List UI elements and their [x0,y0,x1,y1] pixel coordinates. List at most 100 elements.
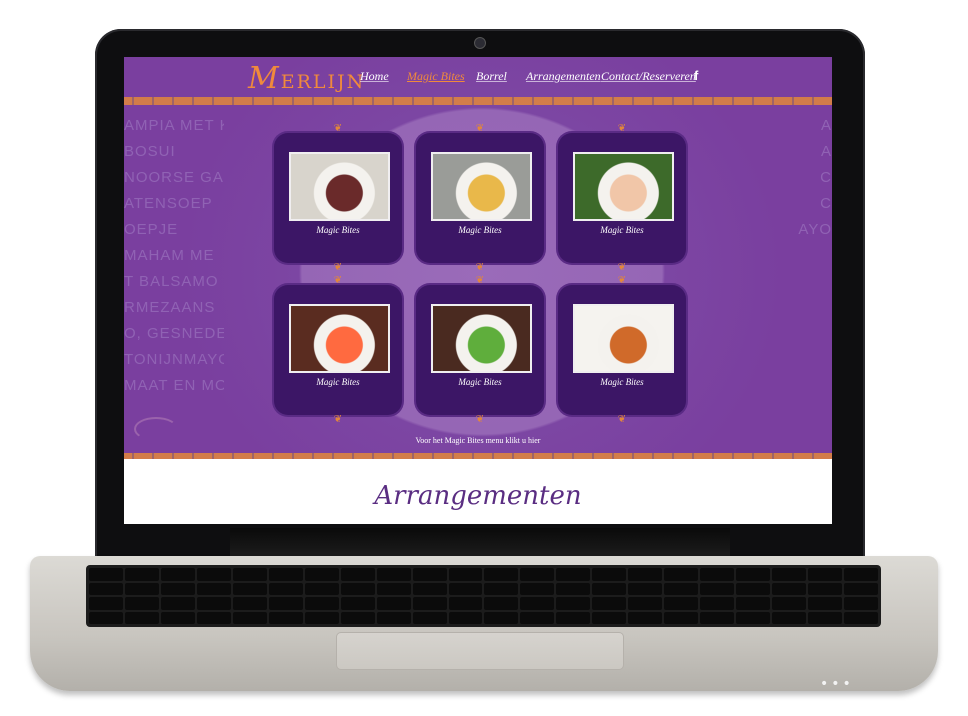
logo-text: ERLIJN [280,71,366,93]
background-menu-line: NOORSE GA [124,169,224,186]
keyboard-key [772,597,807,610]
site-nav: MERLIJN Home Magic Bites Borrel Arrangem… [124,57,832,101]
ornament-border-top [124,97,832,105]
keyboard-key [664,582,699,595]
keyboard-key [484,582,519,595]
card-caption: Magic Bites [600,225,644,235]
keyboard-key [232,597,267,610]
keyboard-key [664,568,699,581]
keyboard-key [628,568,663,581]
background-menu-line: A [820,143,832,160]
magic-bites-card[interactable]: ❦ Magic Bites ❦ [558,123,686,273]
background-menu-line: AYO [798,221,832,238]
nav-borrel[interactable]: Borrel [476,69,507,84]
keyboard-key [268,611,303,624]
keyboard-key [592,597,627,610]
site-logo[interactable]: MERLIJN [248,61,365,96]
keyboard-key [340,597,375,610]
keyboard-key [412,611,447,624]
dish-photo [431,304,532,373]
keyboard-key [412,582,447,595]
magic-bites-card[interactable]: ❦ Magic Bites ❦ [416,275,544,425]
keyboard-key [304,597,339,610]
keyboard-key [484,568,519,581]
magic-bites-card[interactable]: ❦ Magic Bites ❦ [558,275,686,425]
keyboard-key [556,597,591,610]
keyboard-key [89,611,123,624]
keyboard-key [736,568,771,581]
dish-photo [289,152,390,221]
keyboard-key [160,597,195,610]
keyboard-key [556,568,591,581]
keyboard-key [520,611,555,624]
keyboard-key [232,582,267,595]
keyboard-key [376,568,411,581]
nav-arrangementen[interactable]: Arrangementen [526,69,601,84]
magic-bites-card[interactable]: ❦ Magic Bites ❦ [416,123,544,273]
keyboard-key [124,568,159,581]
background-menu-right: A A C C AYO [786,113,832,243]
dish-photo [573,152,674,221]
keyboard-key [520,597,555,610]
ornament-icon: ❦ [333,123,343,134]
background-menu-line: BOSUI [124,143,176,160]
ornament-icon: ❦ [333,414,343,425]
keyboard-key [124,611,159,624]
keyboard-key [340,568,375,581]
background-menu-line: TONIJNMAYO [124,351,224,368]
nav-contact-reserveren[interactable]: Contact/Reserveren [601,69,696,84]
keyboard-key [484,611,519,624]
keyboard-key [268,597,303,610]
keyboard-key [700,611,735,624]
hero-section: AMPIA MET KER BOSUI NOORSE GA ATENSOEP OEPJE… [124,57,832,459]
keyboard-key [412,568,447,581]
keyboard-key [304,568,339,581]
keyboard-key [340,582,375,595]
background-menu-line: MAHAM ME [124,247,215,264]
keyboard-key [664,597,699,610]
ornament-icon: ❦ [617,275,627,286]
keyboard-key [340,611,375,624]
keyboard-key [556,611,591,624]
keyboard-key [196,611,231,624]
facebook-icon[interactable]: f [694,68,698,83]
keyboard-key [448,582,483,595]
status-lights: ••• [820,676,854,692]
background-menu-line: O, GESNEDE [124,325,224,342]
keyboard-key [592,568,627,581]
background-menu-line: OEPJE [124,221,179,238]
background-menu-line: T BALSAMO [124,273,219,290]
keyboard-key [304,582,339,595]
background-menu-line: A [820,117,832,134]
keyboard-key [808,582,843,595]
card-caption: Magic Bites [458,377,502,387]
keyboard-key [520,582,555,595]
card-caption: Magic Bites [316,377,360,387]
nav-magic-bites[interactable]: Magic Bites [407,69,465,84]
background-menu-line: AMPIA MET KER [124,117,224,134]
laptop-screen: AMPIA MET KER BOSUI NOORSE GA ATENSOEP OEPJE… [124,57,832,524]
magic-bites-menu-link[interactable]: Voor het Magic Bites menu klikt u hier [124,436,832,445]
keyboard-key [772,582,807,595]
keyboard-key [520,568,555,581]
ornament-icon: ❦ [617,123,627,134]
nav-home[interactable]: Home [360,69,389,84]
keyboard-key [736,611,771,624]
keyboard-key [700,568,735,581]
ornament-icon: ❦ [475,123,485,134]
keyboard-key [844,597,878,610]
keyboard-key [160,568,195,581]
magic-bites-card[interactable]: ❦ Magic Bites ❦ [274,275,402,425]
dish-photo [431,152,532,221]
ornament-icon: ❦ [333,262,343,273]
keyboard [86,565,881,627]
keyboard-key [628,582,663,595]
ornament-icon: ❦ [617,414,627,425]
magic-bites-card[interactable]: ❦ Magic Bites ❦ [274,123,402,273]
keyboard-key [89,568,123,581]
keyboard-key [772,568,807,581]
keyboard-key [556,582,591,595]
keyboard-key [592,582,627,595]
keyboard-key [196,568,231,581]
keyboard-key [808,611,843,624]
